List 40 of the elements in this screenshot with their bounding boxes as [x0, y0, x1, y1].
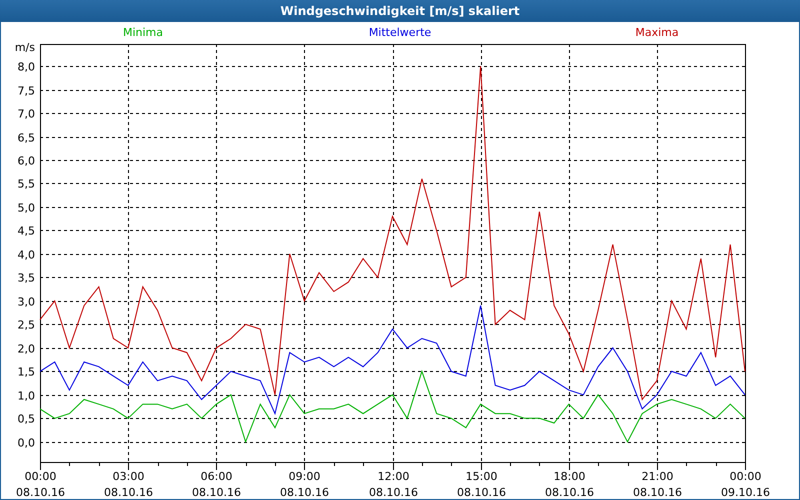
x-tick-label: 06:00 — [200, 470, 232, 483]
y-tick-label: 3,0 — [18, 296, 35, 308]
y-tick-label: 5,5 — [18, 178, 35, 190]
legend-label: Mittelwerte — [368, 26, 432, 39]
x-tick-date: 08.10.16 — [369, 486, 418, 499]
y-tick-label: 4,0 — [18, 248, 35, 262]
y-tick-label: 1,0 — [18, 390, 35, 402]
y-tick-label: 4,5 — [18, 224, 35, 238]
y-tick-label: 1,5 — [18, 366, 35, 378]
y-tick-label: 0,5 — [18, 412, 35, 426]
x-tick-date: 08.10.16 — [104, 486, 153, 499]
x-tick-date: 08.10.16 — [457, 486, 506, 499]
y-tick-label: 2,5 — [18, 318, 35, 332]
window-title: Windgeschwindigkeit [m/s] skaliert — [280, 4, 520, 18]
x-tick-date: 08.10.16 — [545, 486, 594, 499]
x-tick-date: 08.10.16 — [280, 486, 329, 499]
x-tick-date: 08.10.16 — [633, 486, 682, 499]
y-tick-label: 5,0 — [18, 202, 35, 214]
x-tick-date: 09.10.16 — [721, 486, 770, 499]
x-tick-label: 00:00 — [730, 470, 762, 483]
y-tick-label: 6,5 — [18, 132, 35, 144]
x-tick-date: 08.10.16 — [192, 486, 241, 499]
y-tick-label: 0,0 — [18, 436, 35, 450]
axis-unit-label: m/s — [14, 41, 35, 54]
x-tick-label: 21:00 — [642, 470, 674, 483]
y-tick-label: 8,0 — [18, 60, 35, 74]
y-tick-label: 7,0 — [18, 108, 35, 120]
x-tick-label: 18:00 — [554, 470, 586, 483]
x-tick-label: 15:00 — [466, 470, 498, 483]
x-tick-date: 08.10.16 — [16, 486, 65, 499]
y-tick-label: 6,0 — [18, 154, 35, 168]
legend-label: Minima — [122, 26, 164, 39]
y-tick-label: 3,5 — [18, 272, 35, 284]
y-tick-label: 2,0 — [18, 342, 35, 356]
x-tick-label: 00:00 — [24, 470, 56, 483]
legend-label: Maxima — [635, 26, 679, 39]
y-tick-label: 7,5 — [18, 84, 35, 98]
x-tick-label: 03:00 — [112, 470, 144, 483]
x-tick-label: 09:00 — [288, 470, 320, 483]
x-tick-label: 12:00 — [378, 470, 410, 483]
